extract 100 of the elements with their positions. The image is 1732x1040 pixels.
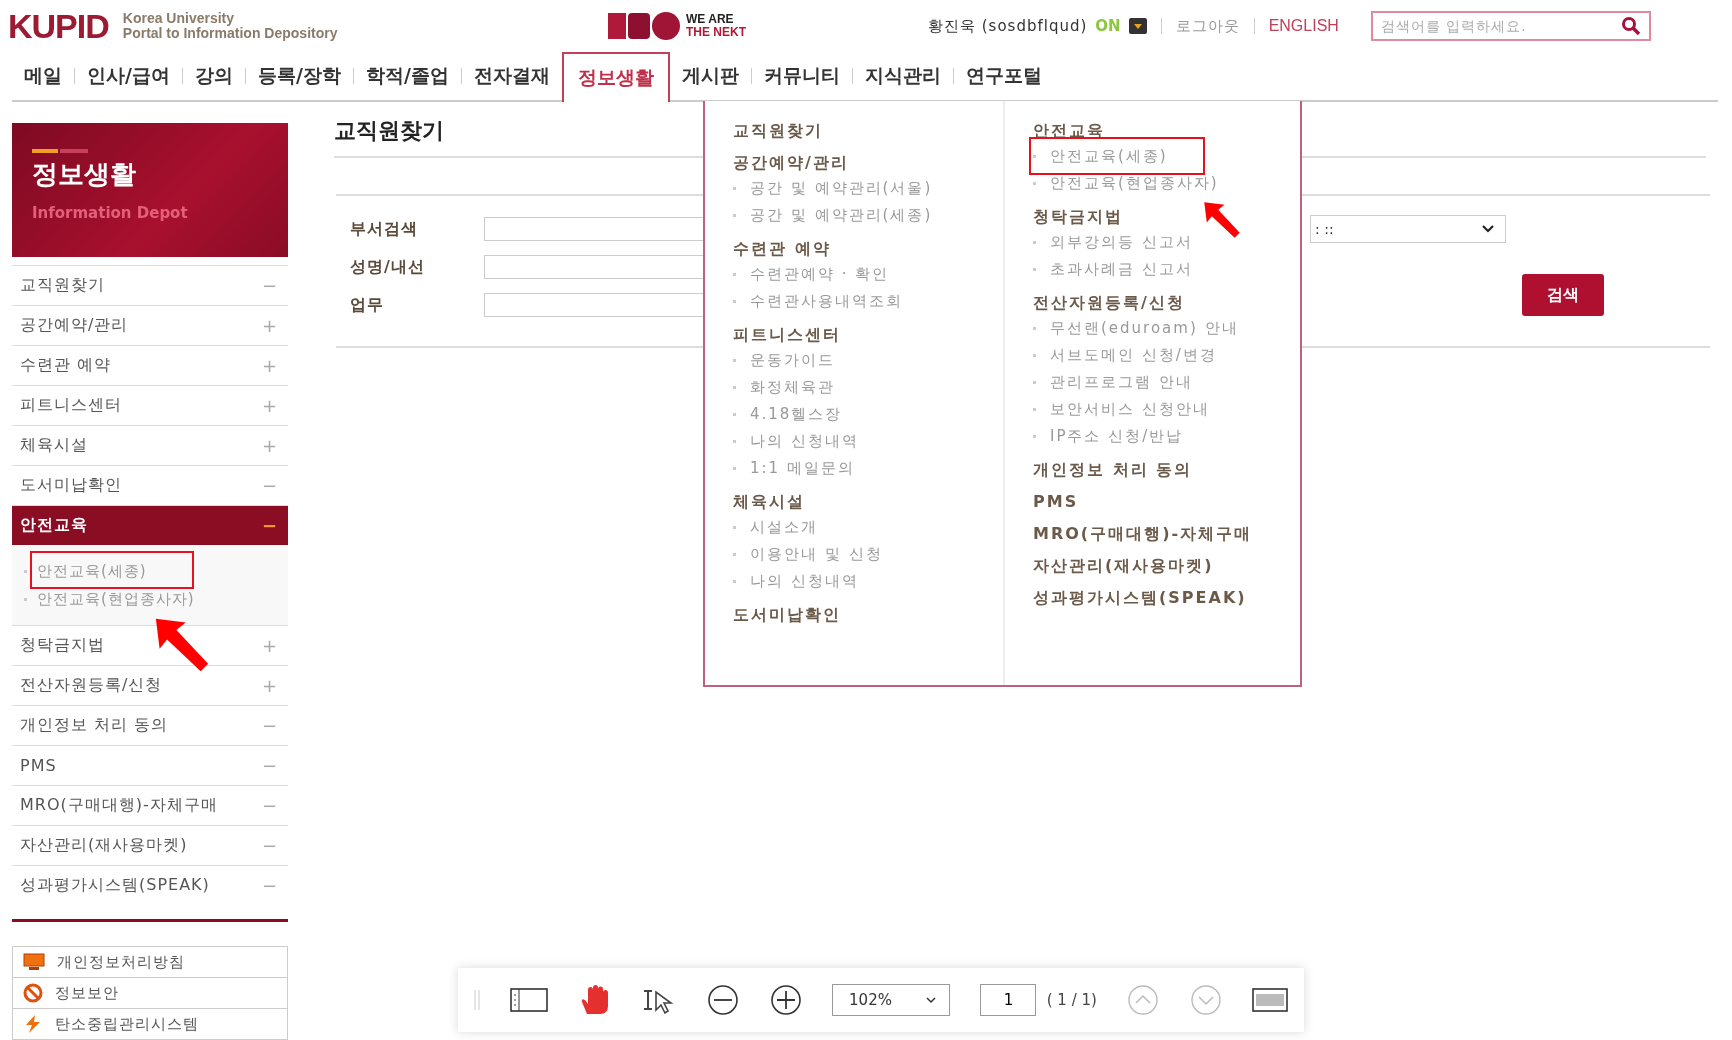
bullet-icon [733,386,736,389]
monitor-icon [23,953,45,971]
nav-tab[interactable]: 강의 [182,52,245,100]
zoom-out-icon[interactable] [707,984,740,1016]
logo-subtitle: Portal to Information Depository [122,26,338,41]
nav-tab[interactable]: 정보생활 [561,52,670,102]
sidebar-item[interactable]: 청탁금지법 + [12,625,288,665]
menu-heading[interactable]: 개인정보 처리 동의 [1033,458,1263,482]
pointer-arrow-drawing [1203,201,1241,239]
sidebar-item[interactable]: 전산자원등록/신청 + [12,665,288,705]
footer-link[interactable]: 정보보안 [12,978,288,1009]
nav-tab[interactable]: 연구포털 [953,52,1054,100]
sidebar-item-label: 성과평가시스템(SPEAK) [20,875,210,896]
sidebar-item-label: 청탁금지법 [20,635,105,656]
bullet-icon [24,597,27,601]
sidebar-item[interactable]: 공간예약/관리 + [12,305,288,345]
sidebar-item-label: 전산자원등록/신청 [20,675,163,696]
bullet-icon [733,359,736,362]
page-number-field[interactable]: 1 [980,984,1037,1016]
menu-heading[interactable]: MRO(구매대행)-자체구매 [1033,522,1263,546]
menu-heading[interactable]: 교직원찾기 [733,119,963,143]
bullet-icon [733,273,736,276]
zoom-in-icon[interactable] [769,984,802,1016]
expand-sign[interactable]: − [261,515,278,536]
sidebar-item[interactable]: PMS − [12,745,288,785]
nav-tab[interactable]: 커뮤니티 [751,52,852,100]
field-label: 부서검색 [349,218,419,240]
sidebar-item-label: PMS [20,756,57,775]
footer-link[interactable]: 탄소중립관리시스템 [12,1009,288,1040]
nav-tab[interactable]: 지식관리 [852,52,953,100]
menu-heading[interactable]: 도서미납확인 [733,603,963,627]
nav-tab[interactable]: 전자결재 [461,52,562,100]
field-label: 업무 [349,294,385,316]
sidebar-item-label: 수련관 예약 [20,355,112,376]
menu-heading[interactable]: PMS [1033,490,1263,514]
online-status: ON [1095,17,1121,35]
sidebar-item[interactable]: MRO(구매대행)-자체구매 − [12,785,288,825]
fit-page-icon[interactable] [1251,988,1288,1012]
sidebar-item[interactable]: 개인정보 처리 동의 − [12,705,288,745]
sidebar-item[interactable]: 피트니스센터 + [12,385,288,425]
sidebar-item-label: 도서미납확인 [20,475,122,496]
english-link[interactable]: ENGLISH [1268,17,1339,35]
footer-link[interactable]: 개인정보처리방침 [12,946,288,978]
pointer-arrow-drawing [154,617,210,673]
dropdown-icon[interactable] [1128,18,1147,34]
bullet-icon [1033,268,1036,271]
menu-heading[interactable]: 자산관리(재사용마켓) [1033,554,1263,578]
bullet-icon [1033,408,1036,411]
bullet-icon [733,413,736,416]
menu-heading[interactable]: 청탁금지법 [1033,205,1263,229]
lightning-icon [23,1014,43,1034]
bullet-icon [733,526,736,529]
sidebar-item[interactable]: 체육시설 + [12,425,288,465]
sidebar-item-label: 공간예약/관리 [20,315,129,336]
bullet-icon [24,569,27,573]
page-count: ( 1 / 1) [1046,991,1097,1009]
menu-heading[interactable]: 수련관 예약 [733,237,963,261]
menu-heading[interactable]: 피트니스센터 [733,323,963,347]
menu-heading[interactable]: 전산자원등록/신청 [1033,291,1263,315]
emblem-text: THE NEKT [686,26,746,39]
field-label: 성명/내선 [349,256,426,278]
sidebar-item-label: 체육시설 [20,435,88,456]
bullet-icon [1033,354,1036,357]
nav-tab[interactable]: 등록/장학 [245,52,353,100]
bullet-icon [1033,241,1036,244]
bullet-icon [733,300,736,303]
bullet-icon [1033,155,1036,158]
menu-heading[interactable]: 체육시설 [733,490,963,514]
zoom-select[interactable]: 102% [832,984,951,1016]
sidebar-item-label: 개인정보 처리 동의 [20,715,169,736]
sidebar-item-label: 교직원찾기 [20,275,105,296]
chevron-down-icon [925,996,938,1004]
grip-icon[interactable] [474,990,480,1010]
sidebar-item[interactable]: 교직원찾기 − [12,265,288,305]
search-icon[interactable] [1620,16,1641,36]
nav-tab[interactable]: 메일 [12,52,74,100]
menu-heading[interactable]: 성과평가시스템(SPEAK) [1033,586,1263,610]
bullet-icon [733,580,736,583]
search-field[interactable]: 검색어를 입력하세요. [1370,11,1651,41]
search-button[interactable]: 검색 [1522,274,1604,316]
sidebar-item[interactable]: 성과평가시스템(SPEAK) − [12,865,288,905]
nav-tab[interactable]: 게시판 [669,52,751,100]
nav-tab[interactable]: 학적/졸업 [353,52,461,100]
nav-tab[interactable]: 인사/급여 [75,52,182,100]
emblem-text: WE ARE [686,13,735,26]
logo-subtitle: Korea University [122,11,236,26]
bullet-icon [733,214,736,217]
bullet-icon [733,467,736,470]
sidebar-item[interactable]: 수련관 예약 + [12,345,288,385]
sidebar-item[interactable]: 안전교육 − [12,505,288,545]
kupid-logo[interactable]: KUPID [8,6,109,46]
bullet-icon [1033,182,1036,185]
bullet-icon [1033,435,1036,438]
prohibit-icon [23,983,43,1003]
sidebar-item[interactable]: 자산관리(재사용마켓) − [12,825,288,865]
bullet-icon [733,187,736,190]
sidebar-subtitle: Information Depot [32,204,189,222]
sidebar-toggle-icon[interactable] [510,988,549,1012]
select-field[interactable]: : :: [1310,215,1506,243]
bullet-icon [1033,381,1036,384]
